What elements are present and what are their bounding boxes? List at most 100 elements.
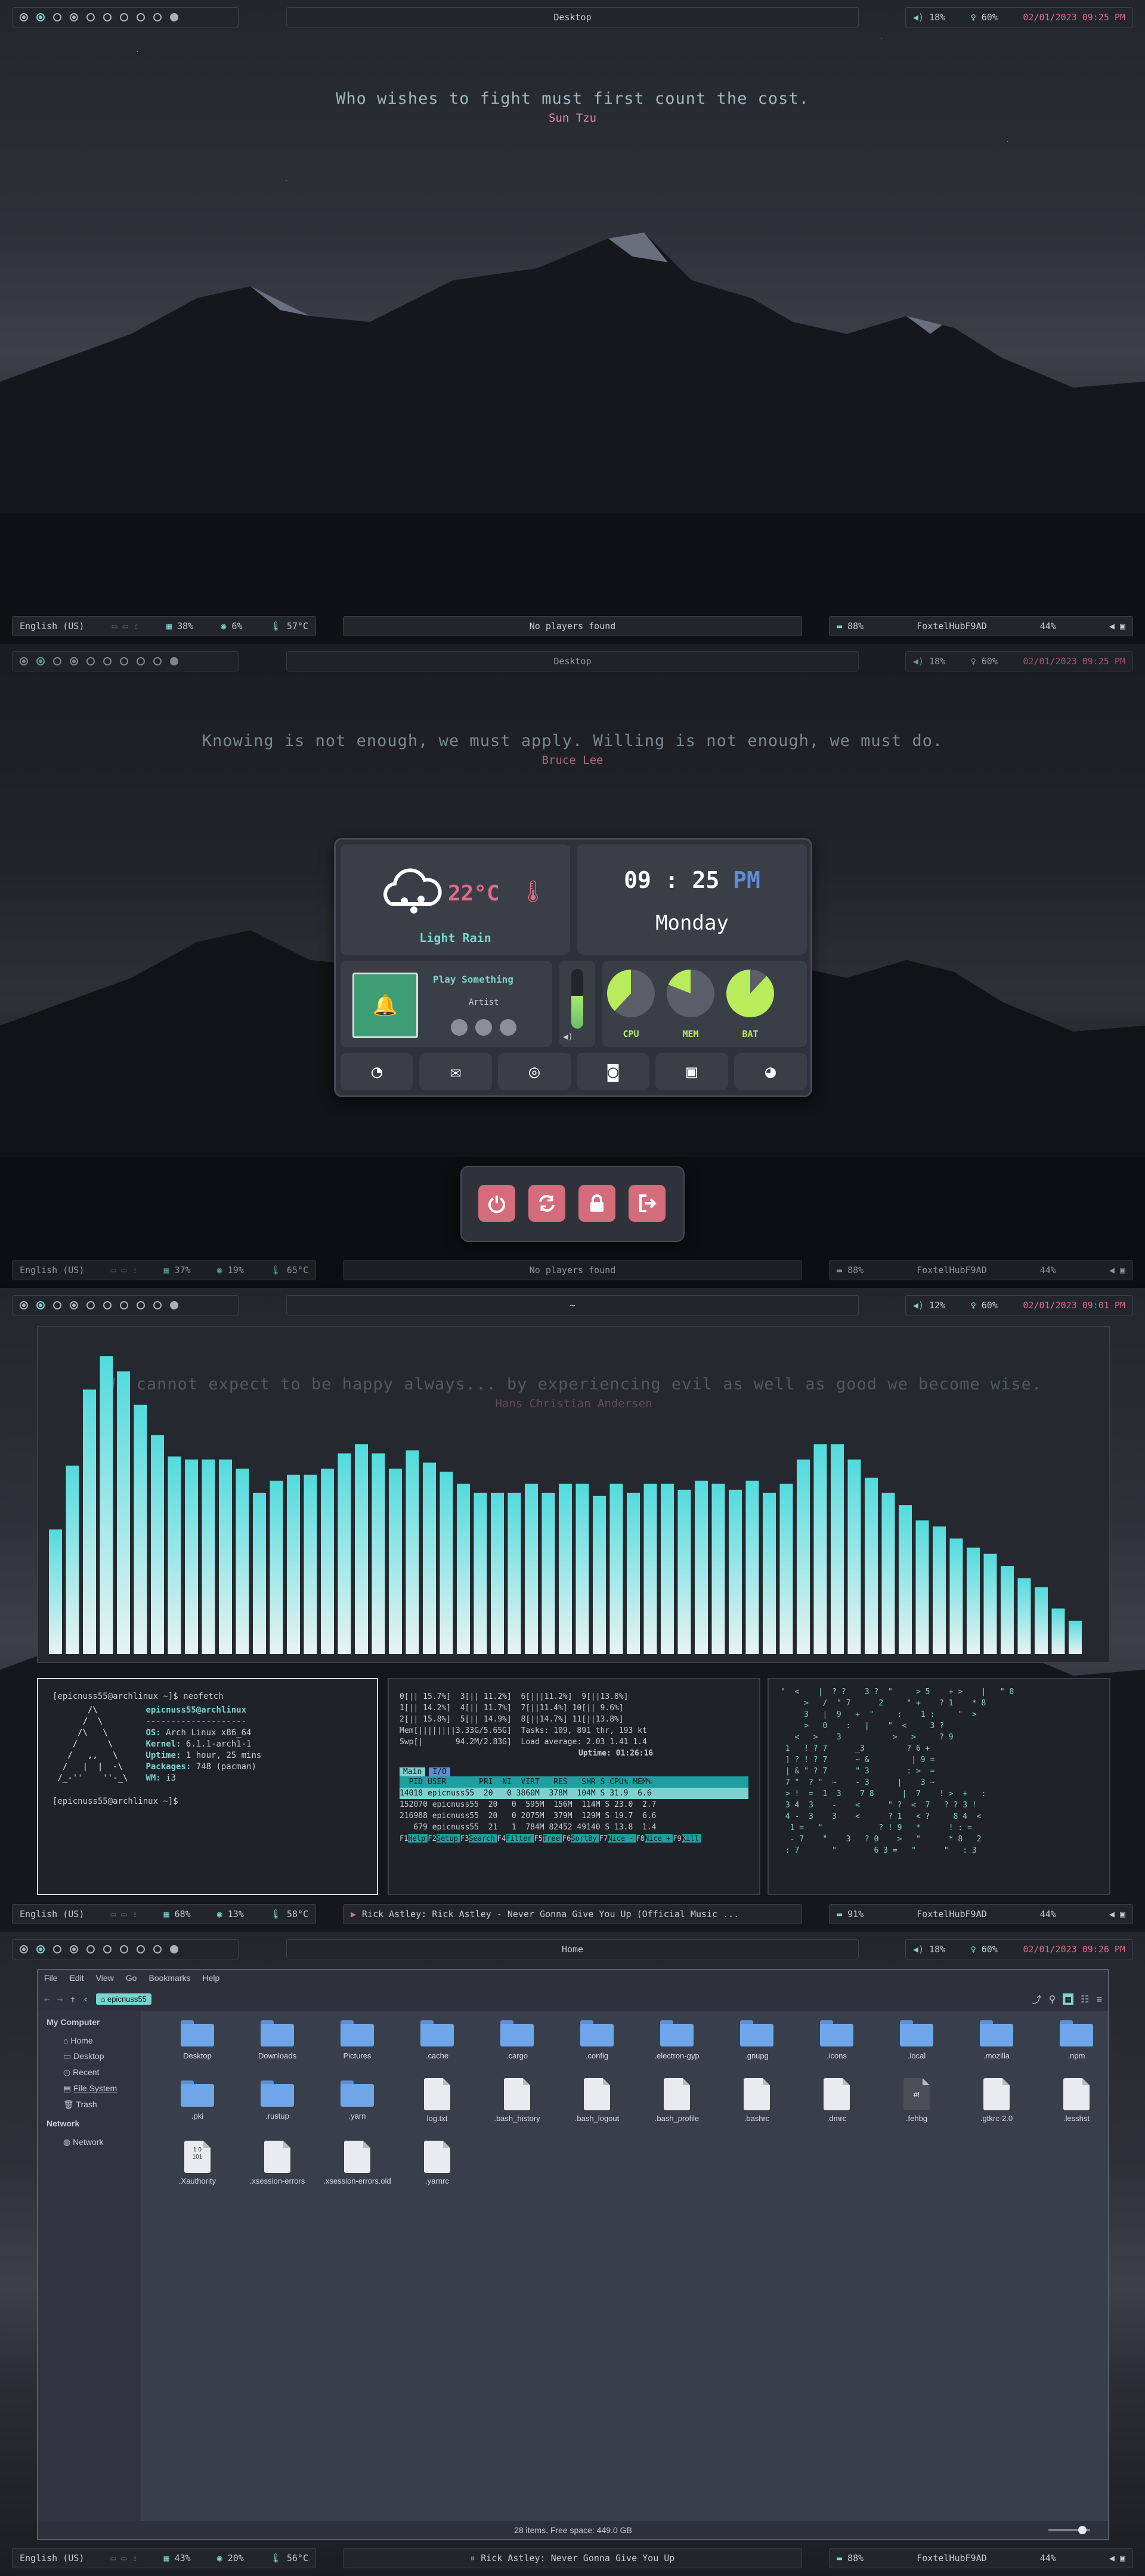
- icon-view-icon[interactable]: ▦: [1063, 1993, 1074, 2005]
- up-icon[interactable]: ↑: [70, 1993, 76, 2005]
- wifi-ssid[interactable]: FoxtelHubF9AD: [917, 621, 986, 631]
- tab-main[interactable]: Main: [400, 1767, 426, 1776]
- file-item[interactable]: .cache: [397, 2018, 477, 2060]
- workspace-10[interactable]: [170, 13, 178, 21]
- file-item[interactable]: .xsession-errors: [237, 2141, 317, 2185]
- htop-fkey-label[interactable]: SortBy: [571, 1834, 599, 1843]
- file-item[interactable]: .mozilla: [957, 2018, 1036, 2060]
- sidebar-item-trash[interactable]: 🗑 Trash: [47, 2097, 132, 2113]
- htop-fkey-label[interactable]: Nice -: [608, 1834, 636, 1843]
- reboot-button[interactable]: [528, 1185, 565, 1222]
- back-icon[interactable]: ←: [44, 1993, 50, 2005]
- menu-bookmarks[interactable]: Bookmarks: [148, 1973, 190, 1984]
- location-button[interactable]: ⌂ epicnuss55: [95, 1993, 151, 2005]
- clock[interactable]: 02/01/2023 09:25 PM: [1023, 12, 1125, 23]
- file-item[interactable]: .bashrc: [717, 2078, 797, 2123]
- volume-slider[interactable]: [571, 969, 583, 1029]
- volume-indicator[interactable]: ◀) 18%: [913, 12, 945, 23]
- menu-edit[interactable]: Edit: [70, 1973, 84, 1984]
- file-item[interactable]: .bash_history: [477, 2078, 557, 2123]
- media-player[interactable]: ⏸ Rick Astley: Never Gonna Give You Up: [343, 2548, 802, 2568]
- workspace-8[interactable]: [137, 13, 145, 21]
- media-player[interactable]: No players found: [343, 1260, 802, 1280]
- play-button[interactable]: [475, 1019, 492, 1036]
- sidebar-item-file-system[interactable]: ▤ File System: [47, 2080, 132, 2097]
- neofetch-terminal[interactable]: [epicnuss55@archlinux ~]$ neofetch /\ / …: [37, 1678, 378, 1895]
- workspace-6[interactable]: [103, 13, 112, 21]
- workspace-2[interactable]: [36, 13, 45, 21]
- htop-fkey-label[interactable]: Nice +: [645, 1834, 673, 1843]
- workspace-5[interactable]: [86, 13, 95, 21]
- previous-button[interactable]: [451, 1019, 468, 1036]
- htop-process-row[interactable]: 14018 epicnuss55 20 0 3860M 378M 104M S …: [400, 1788, 748, 1799]
- reddit-launcher[interactable]: ◕: [734, 1053, 807, 1090]
- file-item[interactable]: log.txt: [397, 2078, 477, 2123]
- file-item[interactable]: .gtkrc-2.0: [957, 2078, 1036, 2123]
- sidebar-item-home[interactable]: ⌂ Home: [47, 2033, 132, 2048]
- htop-fkey-label[interactable]: Kill: [681, 1834, 701, 1843]
- file-item[interactable]: .dmrc: [797, 2078, 877, 2123]
- next-button[interactable]: [500, 1019, 516, 1036]
- file-item[interactable]: .bash_logout: [557, 2078, 637, 2123]
- firefox-launcher[interactable]: ◔: [341, 1053, 413, 1090]
- tab-io[interactable]: I/O: [429, 1767, 450, 1776]
- htop-process-row[interactable]: 216988 epicnuss55 20 0 2075M 379M 129M S…: [400, 1810, 748, 1822]
- workspace-7[interactable]: [120, 13, 128, 21]
- terminal-launcher[interactable]: ▣: [655, 1053, 728, 1090]
- file-item[interactable]: Downloads: [237, 2018, 317, 2060]
- logout-button[interactable]: [629, 1185, 666, 1222]
- sidebar-item-recent[interactable]: ◷ Recent: [47, 2064, 132, 2080]
- htop-fkey-label[interactable]: Help: [408, 1834, 428, 1843]
- sidebar-item-network[interactable]: ◍ Network: [47, 2134, 132, 2150]
- compact-view-icon[interactable]: ≡: [1096, 1993, 1102, 2005]
- keyboard-layout[interactable]: English (US): [20, 621, 84, 631]
- file-item[interactable]: Pictures: [317, 2018, 397, 2060]
- power-button[interactable]: [478, 1185, 515, 1222]
- tray-icons[interactable]: ◀ ▣: [1109, 621, 1125, 631]
- htop-fkey-label[interactable]: Tree: [543, 1834, 562, 1843]
- file-item[interactable]: Desktop: [157, 2018, 237, 2060]
- toggle-location-icon[interactable]: ‹: [83, 1993, 89, 2005]
- clock[interactable]: 02/01/2023 09:01 PM: [1023, 1300, 1125, 1311]
- htop-process-row[interactable]: 152070 epicnuss55 20 0 595M 156M 114M S …: [400, 1799, 748, 1810]
- new-folder-icon[interactable]: ⤴: [1032, 1992, 1042, 2006]
- clock[interactable]: 02/01/2023 09:26 PM: [1023, 1944, 1125, 1955]
- mail-launcher[interactable]: ✉: [419, 1053, 492, 1090]
- workspace-9[interactable]: [153, 13, 162, 21]
- htop-terminal[interactable]: 0[|| 15.7%] 3[|| 11.2%] 6[|||11.2%] 9[||…: [388, 1678, 760, 1895]
- file-item[interactable]: .cargo: [477, 2018, 557, 2060]
- media-player[interactable]: ▶ Rick Astley: Rick Astley - Never Gonna …: [343, 1904, 802, 1924]
- workspace-1[interactable]: [20, 13, 28, 21]
- file-item[interactable]: .config: [557, 2018, 637, 2060]
- spotify-launcher[interactable]: ◎: [498, 1053, 571, 1090]
- menu-help[interactable]: Help: [203, 1973, 220, 1984]
- cmatrix-terminal[interactable]: " < | ? ? 3 ? " > 5 + > | " 8 > / " 7 2 …: [768, 1678, 1110, 1895]
- htop-fkey-label[interactable]: Setup: [436, 1834, 460, 1843]
- htop-process-row[interactable]: 679 epicnuss55 21 1 784M 82452 49140 S 1…: [400, 1822, 748, 1833]
- zoom-slider[interactable]: [1048, 2526, 1090, 2534]
- file-item[interactable]: .pki: [157, 2078, 237, 2123]
- file-item[interactable]: .bash_profile: [637, 2078, 717, 2123]
- file-item[interactable]: 1 0 101 .Xauthority: [157, 2141, 237, 2185]
- file-item[interactable]: .yarnrc: [397, 2141, 477, 2185]
- workspace-4[interactable]: [70, 13, 78, 21]
- file-item[interactable]: .npm: [1036, 2018, 1116, 2060]
- sidebar-item-desktop[interactable]: ▭ Desktop: [47, 2048, 132, 2064]
- file-item[interactable]: #! .fehbg: [877, 2078, 957, 2123]
- file-item[interactable]: .local: [877, 2018, 957, 2060]
- file-item[interactable]: .electron-gyp: [637, 2018, 717, 2060]
- clock[interactable]: 02/01/2023 09:25 PM: [1023, 656, 1125, 667]
- media-player[interactable]: No players found: [343, 616, 802, 636]
- forward-icon[interactable]: →: [57, 1993, 63, 2005]
- file-item[interactable]: .xsession-errors.old: [317, 2141, 397, 2185]
- menu-file[interactable]: File: [44, 1973, 58, 1984]
- menu-go[interactable]: Go: [126, 1973, 137, 1984]
- file-item[interactable]: .icons: [797, 2018, 877, 2060]
- lock-button[interactable]: [578, 1185, 615, 1222]
- file-item[interactable]: .lesshst: [1036, 2078, 1116, 2123]
- list-view-icon[interactable]: ☷: [1081, 1993, 1089, 2005]
- file-item[interactable]: .gnupg: [717, 2018, 797, 2060]
- discord-launcher[interactable]: ◙: [577, 1053, 649, 1090]
- brightness-indicator[interactable]: ♀ 60%: [971, 12, 998, 23]
- htop-fkey-label[interactable]: Filter: [506, 1834, 534, 1843]
